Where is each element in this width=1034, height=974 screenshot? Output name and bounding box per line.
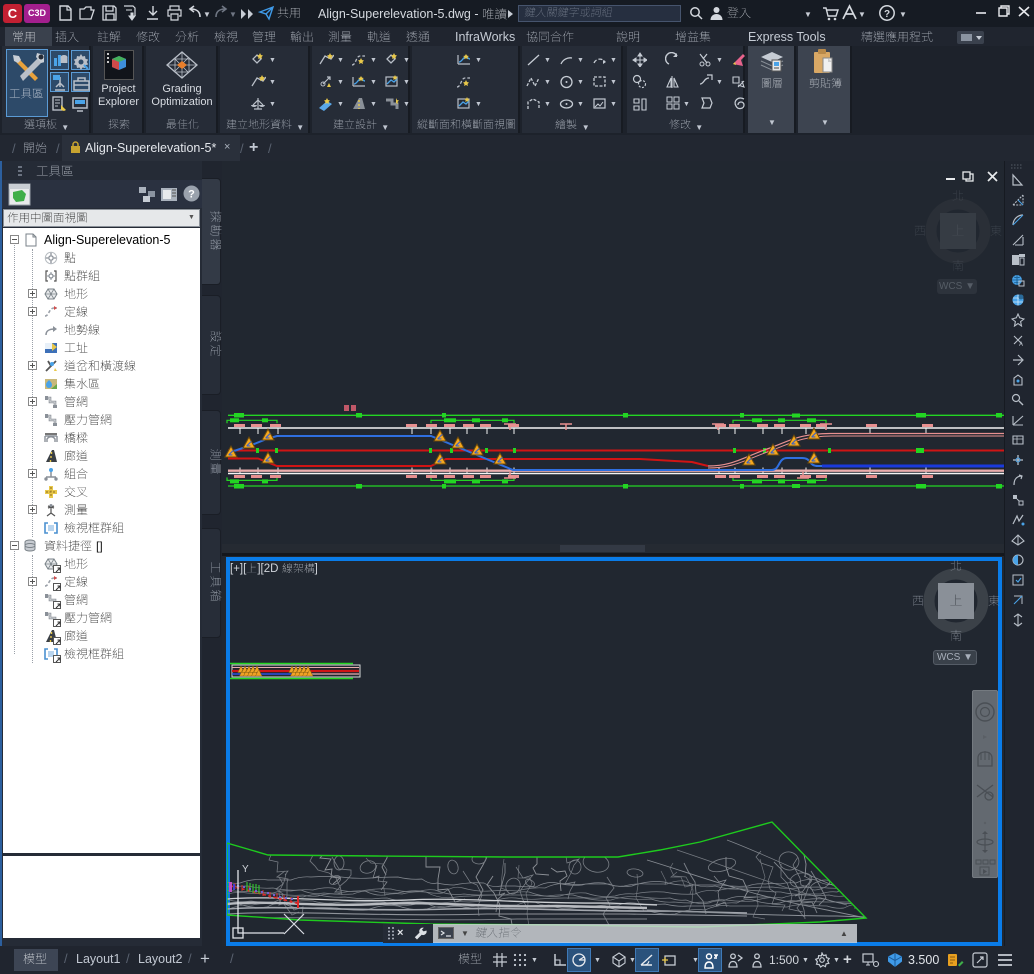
svg-text:?: ? xyxy=(884,9,890,20)
svg-text:Y: Y xyxy=(242,864,249,875)
svg-text:A: A xyxy=(1019,342,1023,347)
svg-text:?: ? xyxy=(188,189,195,201)
